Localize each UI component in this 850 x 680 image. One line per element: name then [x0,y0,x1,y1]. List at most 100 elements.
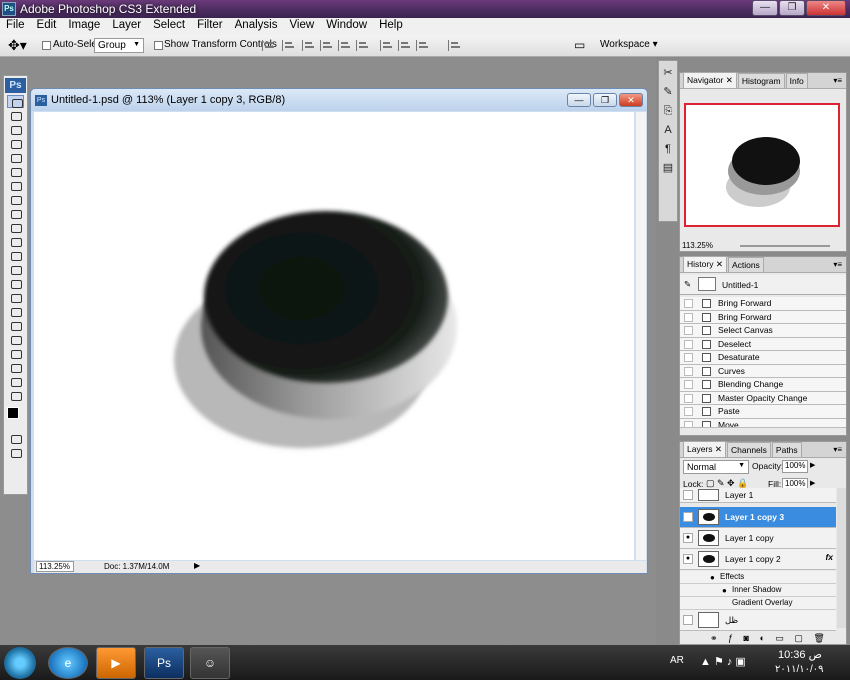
opacity-field[interactable]: 100% [782,460,808,473]
clock-time[interactable]: 10:36 ص [778,648,822,661]
menu-help[interactable]: Help [373,18,409,35]
tab-navigator[interactable]: Navigator ✕ [683,72,737,88]
doc-minimize-button[interactable]: — [567,93,591,107]
history-check[interactable] [684,393,693,403]
align-right-icon[interactable] [356,40,369,51]
history-check[interactable] [684,326,693,335]
history-item[interactable]: Select Canvas [680,324,846,338]
eyedropper-tool[interactable] [7,165,24,178]
history-check[interactable] [684,380,693,389]
visibility-toggle[interactable]: ● [683,512,693,522]
screen-mode-icon[interactable] [7,446,24,459]
opacity-arrow-icon[interactable]: ▶ [810,461,815,469]
brush-tool[interactable] [7,193,24,206]
zoom-field[interactable]: 113.25% [36,561,74,572]
clone-source-icon[interactable]: ⎘ [661,104,675,118]
move-tool[interactable] [7,95,24,108]
menu-filter[interactable]: Filter [191,18,229,35]
messenger-icon[interactable]: ☺ [190,647,230,679]
navigator-preview[interactable] [684,103,840,227]
history-item[interactable]: Blending Change [680,378,846,392]
dodge-tool[interactable] [7,277,24,290]
auto-select-checkbox[interactable] [42,41,51,50]
language-indicator[interactable]: AR [670,655,684,666]
effect-row[interactable]: Gradient Overlay [680,597,836,610]
navigator-zoom[interactable]: 113.25% [682,241,713,250]
type-tool[interactable] [7,305,24,318]
panel-menu-icon[interactable]: ▾≡ [833,76,842,85]
shape-tool[interactable] [7,333,24,346]
history-check[interactable] [684,299,693,308]
menu-analysis[interactable]: Analysis [229,18,284,35]
layer-comps-icon[interactable]: ▤ [661,161,675,175]
hand-tool[interactable] [7,375,24,388]
effects-row[interactable]: ● Effects [680,571,836,584]
history-item[interactable]: Desaturate [680,351,846,365]
foreground-color[interactable] [7,407,19,419]
tab-channels[interactable]: Channels [727,442,771,457]
clock-date[interactable]: ٢٠١١/١٠/٠٩ [775,664,824,675]
menu-edit[interactable]: Edit [31,18,63,35]
photoshop-task-icon[interactable]: Ps [144,647,184,679]
layer-row-selected[interactable]: ● Layer 1 copy 3 [680,507,836,528]
visibility-toggle[interactable] [683,490,693,500]
doc-maximize-button[interactable]: ❐ [593,93,617,107]
tray-icons[interactable]: ▲ ⚑ ♪ ▣ [700,655,746,668]
history-item[interactable]: Bring Forward [680,297,846,311]
layer-row[interactable]: ● Layer 1 copy [680,528,836,549]
visibility-toggle[interactable]: ● [683,533,693,543]
fill-arrow-icon[interactable]: ▶ [810,479,815,487]
move-tool-icon[interactable]: ✥▾ [8,37,27,54]
history-check[interactable] [684,339,693,349]
tool-presets-icon[interactable]: ✂ [661,66,675,80]
layer-row[interactable]: Layer 1 [680,488,836,503]
visibility-toggle[interactable]: ● [683,554,693,564]
align-left-icon[interactable] [320,40,333,51]
layers-footer-icons[interactable]: ⚭ ƒ ◙ ◐ ▭ ▢ 🗑 [710,633,829,644]
document-title-bar[interactable]: Ps Untitled-1.psd @ 113% (Layer 1 copy 3… [31,89,647,111]
tab-history[interactable]: History ✕ [683,256,727,272]
marquee-tool[interactable] [7,109,24,122]
distribute-top-icon[interactable] [380,40,393,51]
menu-select[interactable]: Select [147,18,191,35]
close-button[interactable]: ✕ [806,0,846,16]
show-transform-checkbox[interactable] [154,41,163,50]
media-player-icon[interactable]: ▶ [96,647,136,679]
history-check[interactable] [684,407,693,416]
pen-tool[interactable] [7,291,24,304]
workspace-menu[interactable]: Workspace ▾ [600,39,658,50]
vertical-scrollbar[interactable] [635,112,646,560]
character-icon[interactable]: A [661,123,675,137]
brushes-icon[interactable]: ✎ [661,85,675,99]
healing-brush-tool[interactable] [7,179,24,192]
ie-icon[interactable]: e [48,647,88,679]
auto-select-dropdown[interactable]: Group [94,38,144,53]
menu-image[interactable]: Image [62,18,106,35]
gradient-tool[interactable] [7,249,24,262]
layers-menu-icon[interactable]: ▾≡ [833,445,842,454]
crop-tool[interactable] [7,151,24,164]
layer-row[interactable]: ظل [680,610,836,631]
history-check[interactable] [684,420,693,427]
path-selection-tool[interactable] [7,319,24,332]
distribute-bottom-icon[interactable] [416,40,429,51]
magic-wand-tool[interactable] [7,137,24,150]
distribute-vcenter-icon[interactable] [398,40,411,51]
status-menu-arrow-icon[interactable]: ▶ [194,561,200,570]
align-top-icon[interactable] [262,40,275,51]
history-menu-icon[interactable]: ▾≡ [833,260,842,269]
history-snapshot[interactable]: ✎ Untitled-1 [680,275,846,295]
fx-icon[interactable]: fx [825,552,833,562]
canvas[interactable] [34,112,634,560]
menu-view[interactable]: View [283,18,320,35]
history-item[interactable]: Deselect [680,337,846,351]
start-button[interactable] [4,647,36,679]
quick-mask-icon[interactable] [7,432,24,445]
history-check[interactable] [684,353,693,362]
menu-window[interactable]: Window [320,18,373,35]
blend-mode-dropdown[interactable]: Normal ▼ [683,460,749,474]
history-check[interactable] [684,312,693,322]
navigator-zoom-slider[interactable] [740,245,830,247]
color-swatches[interactable] [4,403,27,431]
history-item[interactable]: Master Opacity Change [680,391,846,405]
